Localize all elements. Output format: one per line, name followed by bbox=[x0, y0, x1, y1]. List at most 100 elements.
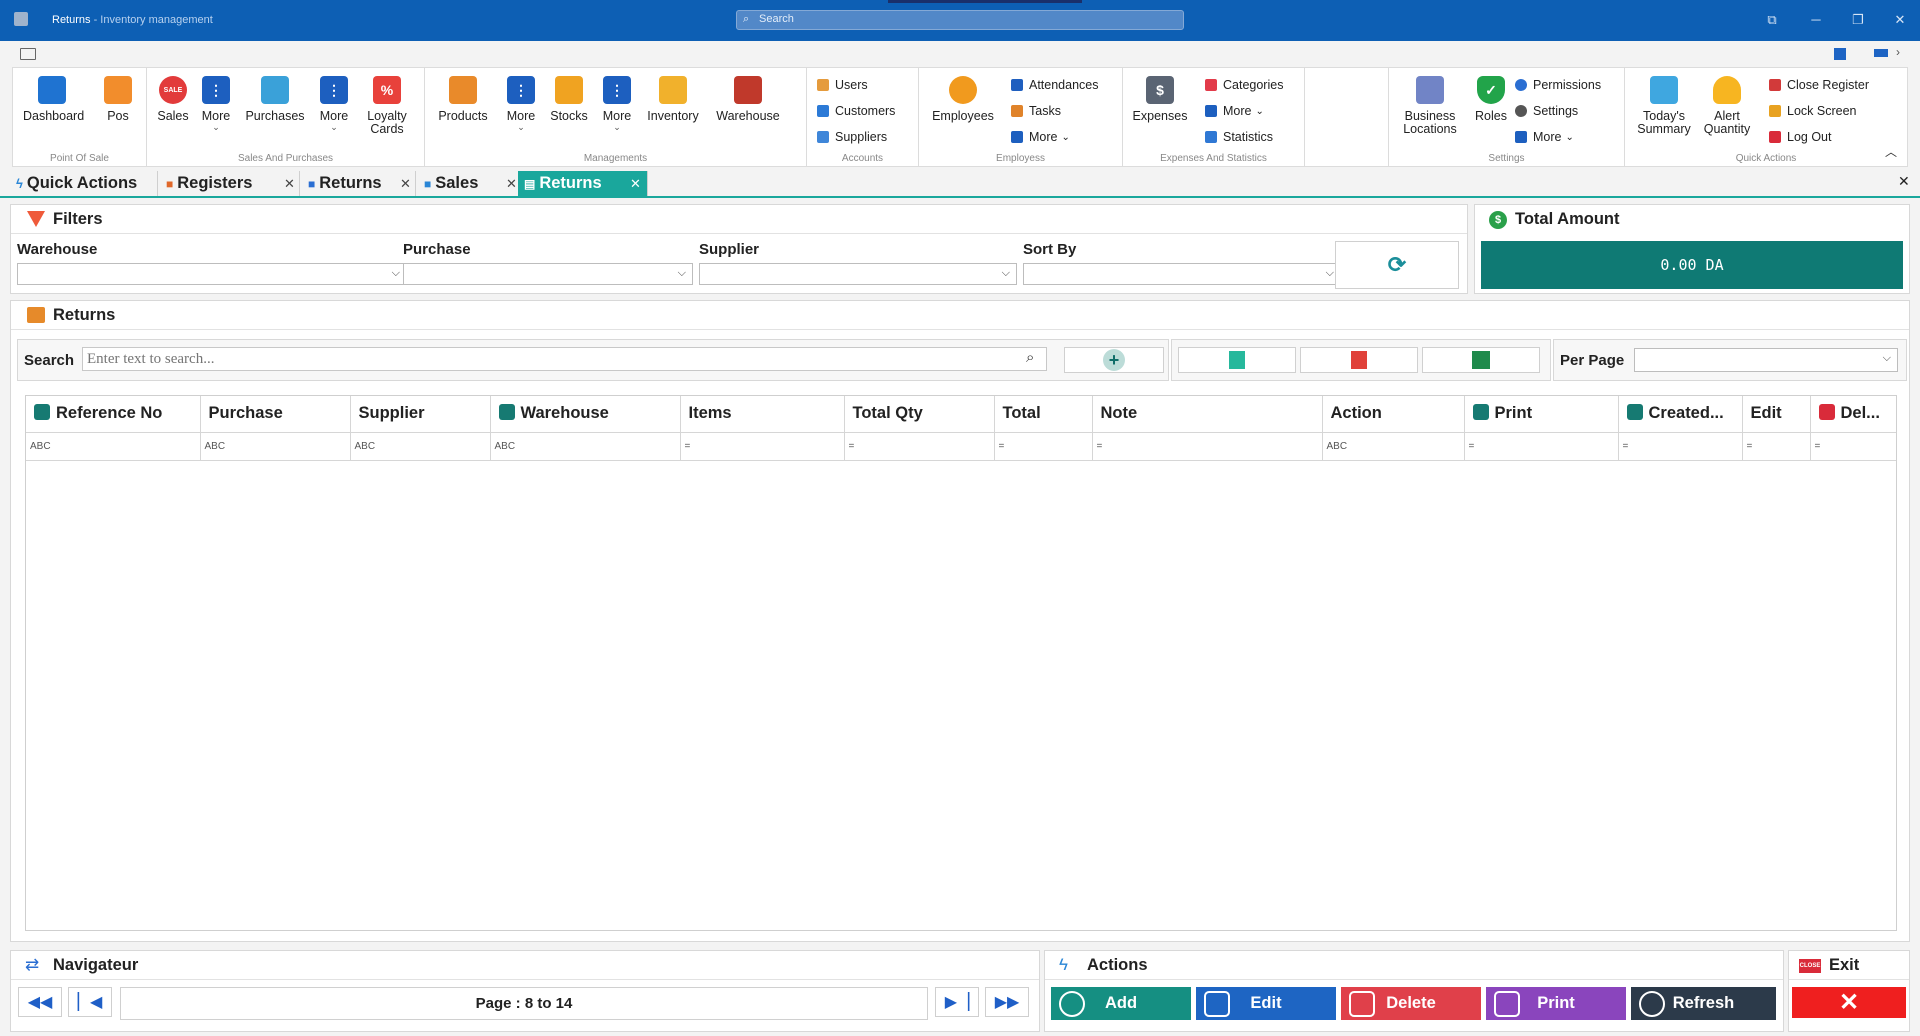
filter-cell-warehouse[interactable]: ABC bbox=[490, 432, 681, 461]
more-stocks-button[interactable]: ⋮ More ⌄ bbox=[599, 76, 635, 132]
global-search[interactable]: ⌕ Search bbox=[736, 10, 1184, 30]
delete-button[interactable]: Delete bbox=[1341, 987, 1481, 1020]
more-settings-button[interactable]: More ⌄ bbox=[1515, 128, 1574, 146]
search-icon[interactable]: ⌕ bbox=[1026, 349, 1034, 366]
collapse-panel-icon[interactable]: › bbox=[1896, 45, 1900, 59]
close-tab-icon[interactable]: ✕ bbox=[630, 176, 641, 192]
add-button[interactable]: Add bbox=[1051, 987, 1191, 1020]
dashboard-button[interactable]: Dashboard bbox=[23, 76, 84, 123]
business-locations-button[interactable]: Business Locations bbox=[1393, 76, 1467, 136]
purchases-button[interactable]: Purchases bbox=[241, 76, 309, 123]
col-warehouse[interactable]: Warehouse bbox=[490, 396, 681, 433]
col-created[interactable]: Created... bbox=[1618, 396, 1743, 433]
close-tab-icon[interactable]: ✕ bbox=[506, 176, 517, 192]
col-action[interactable]: Action bbox=[1322, 396, 1465, 433]
inventory-button[interactable]: Inventory bbox=[641, 76, 705, 123]
tab-sales[interactable]: ■ Sales ✕ bbox=[418, 171, 522, 196]
per-page-select[interactable]: ⌵ bbox=[1634, 348, 1898, 372]
categories-button[interactable]: Categories bbox=[1205, 76, 1283, 94]
filter-cell-purchase[interactable]: ABC bbox=[200, 432, 351, 461]
customers-button[interactable]: Customers bbox=[817, 102, 895, 120]
todays-summary-button[interactable]: Today's Summary bbox=[1631, 76, 1697, 136]
col-delete[interactable]: Del... bbox=[1810, 396, 1896, 433]
permissions-button[interactable]: Permissions bbox=[1515, 76, 1601, 94]
more-employees-button[interactable]: More ⌄ bbox=[1011, 128, 1070, 146]
warehouse-button[interactable]: Warehouse bbox=[711, 76, 785, 123]
tab-quick-actions[interactable]: ϟ Quick Actions bbox=[10, 171, 158, 196]
tasks-button[interactable]: Tasks bbox=[1011, 102, 1061, 120]
employees-button[interactable]: Employees bbox=[927, 76, 999, 123]
filter-cell-delete[interactable]: = bbox=[1810, 432, 1896, 461]
close-register-button[interactable]: Close Register bbox=[1769, 76, 1869, 94]
loyalty-cards-button[interactable]: % Loyalty Cards bbox=[359, 76, 415, 136]
col-edit[interactable]: Edit bbox=[1742, 396, 1811, 433]
filter-cell-created[interactable]: = bbox=[1618, 432, 1743, 461]
exit-button[interactable]: ✕ bbox=[1792, 987, 1906, 1018]
first-page-button[interactable]: ◀◀ bbox=[18, 987, 62, 1017]
stocks-button[interactable]: Stocks bbox=[545, 76, 593, 123]
col-total-qty[interactable]: Total Qty bbox=[844, 396, 995, 433]
filter-cell-supplier[interactable]: ABC bbox=[350, 432, 491, 461]
settings-button[interactable]: Settings bbox=[1515, 102, 1578, 120]
suppliers-button[interactable]: Suppliers bbox=[817, 128, 887, 146]
restore-layout-icon[interactable]: ⧉ bbox=[1762, 12, 1782, 28]
tab-returns[interactable]: ■ Returns ✕ bbox=[302, 171, 416, 196]
reset-filters-button[interactable]: ⟳ bbox=[1335, 241, 1459, 289]
search-input[interactable] bbox=[82, 347, 1047, 371]
log-out-button[interactable]: Log Out bbox=[1769, 128, 1831, 146]
purchase-select[interactable]: ⌵ bbox=[403, 263, 693, 285]
attendances-button[interactable]: Attendances bbox=[1011, 76, 1099, 94]
col-items[interactable]: Items bbox=[680, 396, 845, 433]
more-sales-button[interactable]: ⋮ More ⌄ bbox=[197, 76, 235, 132]
filter-cell-print[interactable]: = bbox=[1464, 432, 1619, 461]
tab-returns-active[interactable]: ▤ Returns ✕ bbox=[518, 171, 648, 196]
close-tab-icon[interactable]: ✕ bbox=[284, 176, 295, 192]
sales-button[interactable]: SALE Sales bbox=[153, 76, 193, 123]
add-return-button[interactable]: + bbox=[1064, 347, 1164, 373]
col-total[interactable]: Total bbox=[994, 396, 1093, 433]
alert-quantity-button[interactable]: Alert Quantity bbox=[1699, 76, 1755, 136]
export-excel-button[interactable] bbox=[1422, 347, 1540, 373]
products-button[interactable]: Products bbox=[431, 76, 495, 123]
col-supplier[interactable]: Supplier bbox=[350, 396, 491, 433]
edit-button[interactable]: Edit bbox=[1196, 987, 1336, 1020]
roles-button[interactable]: ✓ Roles bbox=[1471, 76, 1511, 123]
export-csv-button[interactable] bbox=[1178, 347, 1296, 373]
filter-cell-note[interactable]: = bbox=[1092, 432, 1323, 461]
col-print[interactable]: Print bbox=[1464, 396, 1619, 433]
layout-icon[interactable] bbox=[1834, 48, 1846, 60]
filter-cell-action[interactable]: ABC bbox=[1322, 432, 1465, 461]
users-button[interactable]: Users bbox=[817, 76, 868, 94]
supplier-select[interactable]: ⌵ bbox=[699, 263, 1017, 285]
close-window-icon[interactable]: ✕ bbox=[1890, 12, 1910, 28]
export-pdf-button[interactable] bbox=[1300, 347, 1418, 373]
close-all-tabs-icon[interactable]: ✕ bbox=[1898, 173, 1910, 190]
more-purchases-button[interactable]: ⋮ More ⌄ bbox=[315, 76, 353, 132]
expenses-button[interactable]: $ Expenses bbox=[1127, 76, 1193, 123]
more-products-button[interactable]: ⋮ More ⌄ bbox=[503, 76, 539, 132]
tab-registers[interactable]: ■ Registers ✕ bbox=[160, 171, 300, 196]
collapse-ribbon-icon[interactable]: ︿ bbox=[1885, 143, 1897, 160]
lock-screen-button[interactable]: Lock Screen bbox=[1769, 102, 1856, 120]
menu-icon[interactable] bbox=[20, 48, 36, 60]
close-tab-icon[interactable]: ✕ bbox=[400, 176, 411, 192]
col-reference-no[interactable]: Reference No bbox=[26, 396, 201, 433]
sort-by-select[interactable]: ⌵ bbox=[1023, 263, 1341, 285]
refresh-button[interactable]: Refresh bbox=[1631, 987, 1776, 1020]
filter-cell-edit[interactable]: = bbox=[1742, 432, 1811, 461]
col-note[interactable]: Note bbox=[1092, 396, 1323, 433]
pos-button[interactable]: Pos bbox=[101, 76, 135, 123]
theme-icon[interactable] bbox=[1874, 49, 1888, 57]
filter-cell-reference[interactable]: ABC bbox=[26, 432, 201, 461]
filter-cell-items[interactable]: = bbox=[680, 432, 845, 461]
minimize-icon[interactable]: ─ bbox=[1806, 12, 1826, 27]
maximize-icon[interactable]: ❐ bbox=[1848, 12, 1868, 28]
warehouse-select[interactable]: ⌵ bbox=[17, 263, 407, 285]
last-page-button[interactable]: ▶▶ bbox=[985, 987, 1029, 1017]
filter-cell-total-qty[interactable]: = bbox=[844, 432, 995, 461]
filter-cell-total[interactable]: = bbox=[994, 432, 1093, 461]
statistics-button[interactable]: Statistics bbox=[1205, 128, 1273, 146]
print-button[interactable]: Print bbox=[1486, 987, 1626, 1020]
next-page-button[interactable]: ▶▕ bbox=[935, 987, 979, 1017]
more-expenses-button[interactable]: More ⌄ bbox=[1205, 102, 1264, 120]
